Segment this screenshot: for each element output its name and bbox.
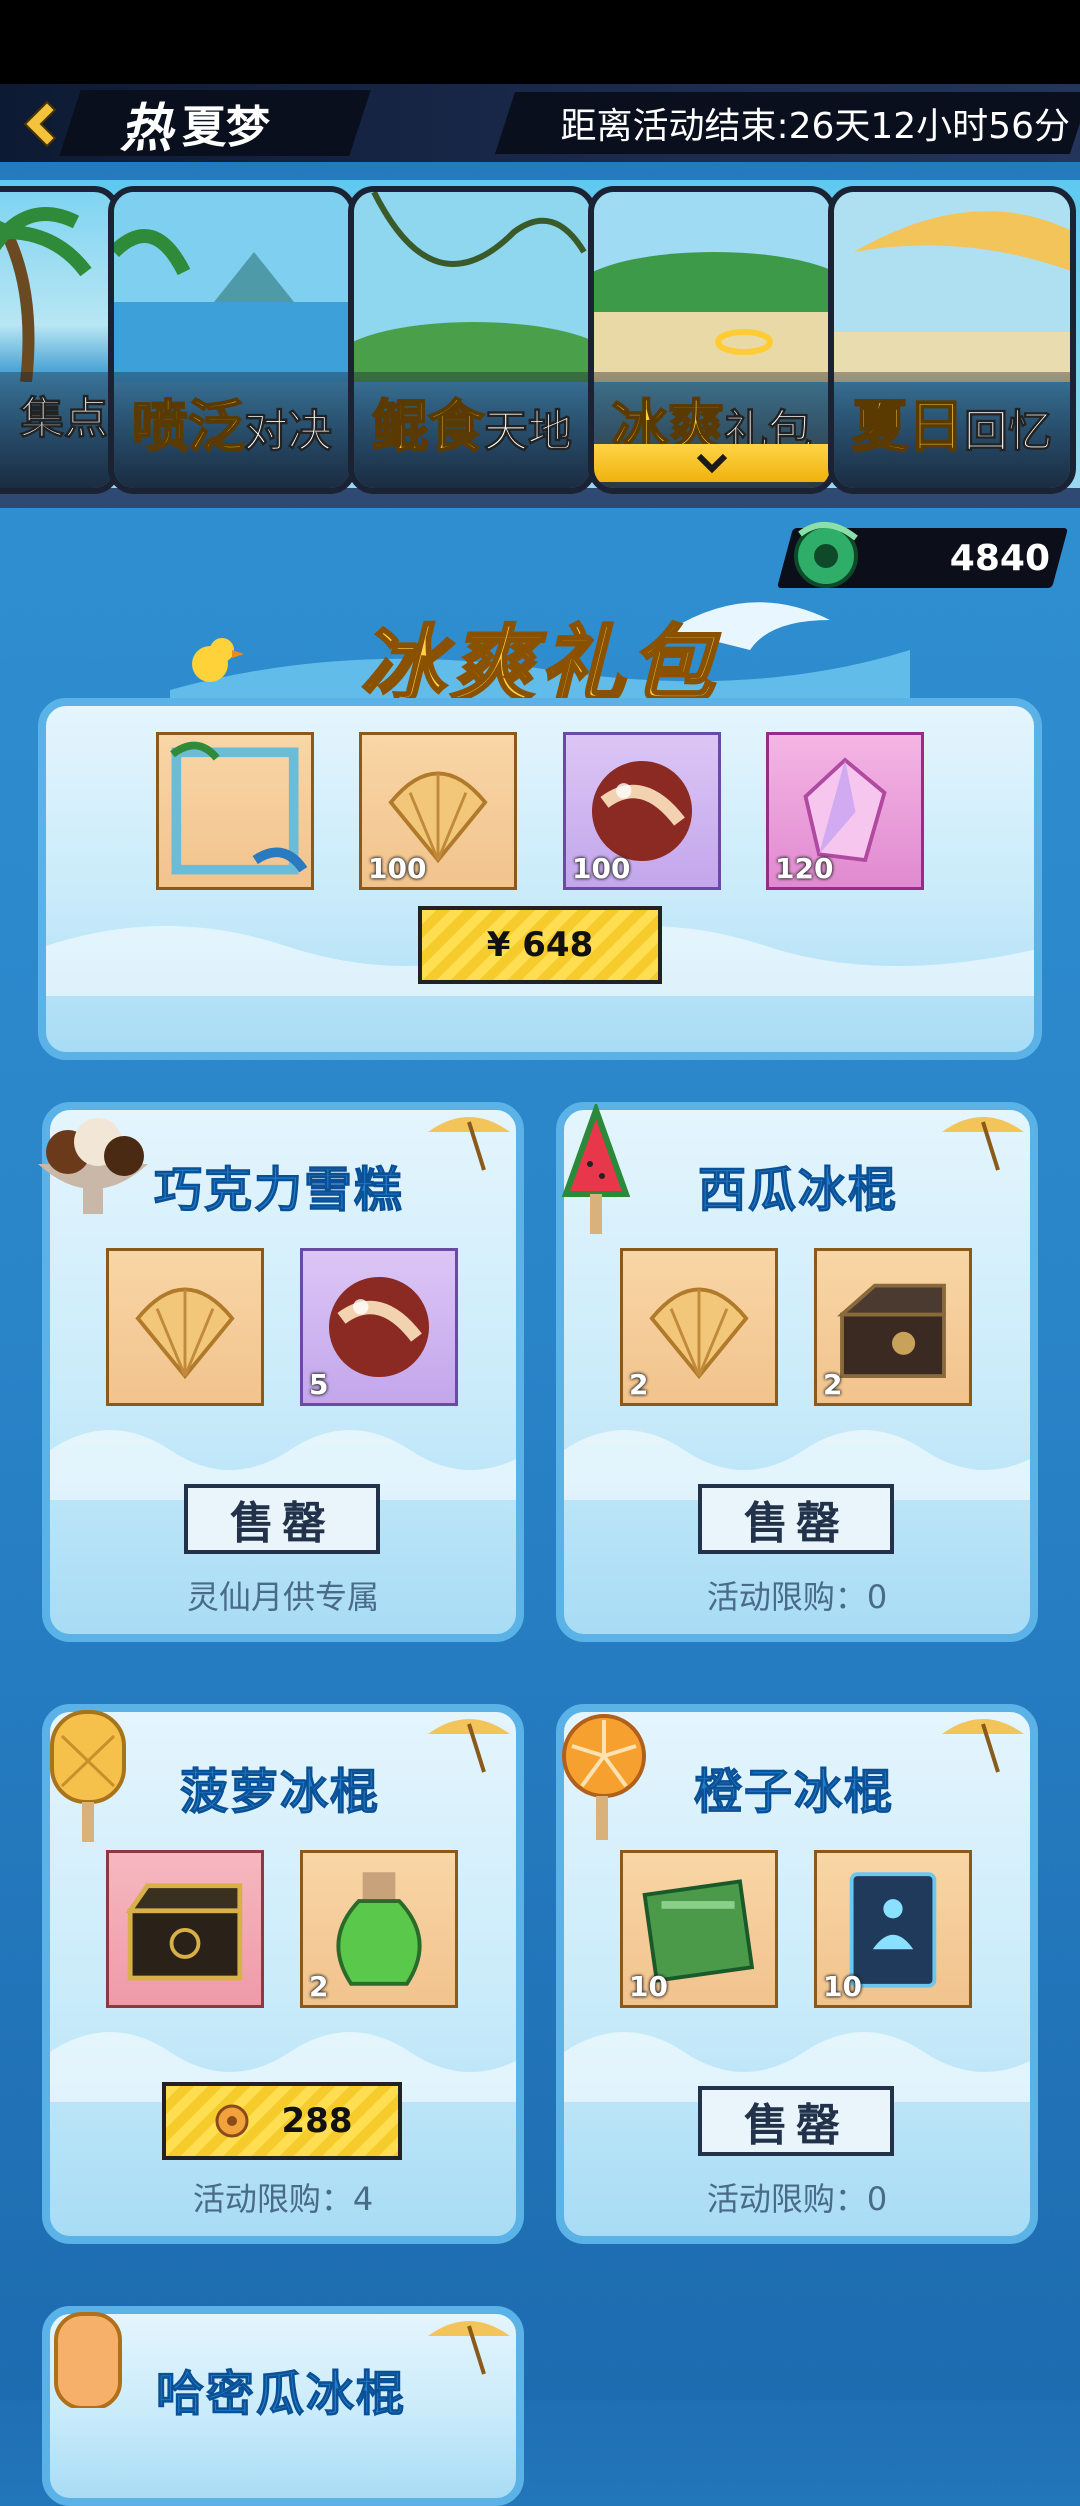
status-bar bbox=[0, 0, 1080, 84]
back-button[interactable] bbox=[12, 94, 68, 154]
reward-count: 2 bbox=[823, 1368, 843, 1401]
beach-umbrella-icon bbox=[428, 2321, 510, 2375]
reward-marble-orb[interactable]: 100 bbox=[563, 732, 721, 890]
purchase-note: 活动限购：4 bbox=[192, 2180, 374, 2218]
price-label: 288 bbox=[281, 2101, 353, 2141]
pineapple-popsicle-icon bbox=[50, 1710, 126, 1842]
reward-count: 100 bbox=[368, 852, 427, 885]
melon-popsicle-icon bbox=[54, 2312, 122, 2408]
beach-scene-icon bbox=[114, 192, 350, 382]
reward-golden-chest[interactable] bbox=[106, 1850, 264, 2008]
button-label: 售罄 bbox=[744, 2100, 848, 2151]
reward-treasure-chest[interactable]: 2 bbox=[814, 1248, 972, 1406]
buy-pack-button[interactable]: 288 bbox=[162, 2082, 402, 2160]
sold-out-button[interactable]: 售罄 bbox=[698, 1484, 894, 1554]
reward-count: 120 bbox=[775, 852, 834, 885]
currency-value: 4840 bbox=[949, 537, 1050, 579]
watermelon-popsicle-icon bbox=[561, 1104, 631, 1234]
button-label: 售罄 bbox=[230, 1498, 334, 1549]
reward-count: 5 bbox=[309, 1368, 329, 1401]
tab-summer-memory[interactable]: 夏日回忆 bbox=[828, 186, 1076, 494]
reward-count: 100 bbox=[572, 852, 631, 885]
event-timer: 距离活动结束:26天12小时56分 bbox=[560, 106, 1070, 147]
button-label: 售罄 bbox=[744, 1498, 848, 1549]
beach-umbrella-icon bbox=[942, 1719, 1024, 1773]
tab-label: 回忆 bbox=[964, 406, 1053, 458]
shell-icon bbox=[135, 1287, 235, 1380]
reward-green-scroll[interactable]: 10 bbox=[620, 1850, 778, 2008]
pack-title: 西瓜冰棍 bbox=[697, 1162, 899, 1219]
golden-chest-icon bbox=[125, 1883, 243, 1981]
reward-count: 2 bbox=[309, 1970, 329, 2003]
reward-marble-orb[interactable]: 5 bbox=[300, 1248, 458, 1406]
jade-coin-icon bbox=[215, 2104, 248, 2138]
reward-potion[interactable]: 2 bbox=[300, 1850, 458, 2008]
selected-indicator bbox=[594, 444, 830, 482]
purchase-note: 灵仙月供专属 bbox=[186, 1578, 379, 1616]
beach-umbrella-scene-icon bbox=[834, 192, 1070, 382]
tab-label: 天地 bbox=[484, 406, 573, 458]
buy-main-pack-button[interactable]: ¥ 648 bbox=[418, 906, 662, 984]
reward-crystal[interactable]: 120 bbox=[766, 732, 924, 890]
price-label: ¥ 648 bbox=[486, 925, 594, 965]
back-arrow-icon bbox=[23, 100, 57, 148]
pack-title: 橙子冰棍 bbox=[693, 1764, 895, 1821]
chevron-down-icon bbox=[696, 453, 728, 474]
beach-umbrella-icon bbox=[428, 1719, 510, 1773]
tab-label: 集点 bbox=[20, 393, 109, 445]
tab-ice-pack[interactable]: 冰爽礼包 bbox=[588, 186, 836, 494]
pack-title: 哈密瓜冰棍 bbox=[155, 2366, 407, 2423]
tab-collect-points[interactable]: 集点 bbox=[0, 186, 120, 494]
hot-label: 热 bbox=[120, 98, 173, 159]
orange-popsicle-icon bbox=[562, 1714, 646, 1840]
tab-spray-battle[interactable]: 喷泛对决 bbox=[108, 186, 356, 494]
reward-shell[interactable] bbox=[106, 1248, 264, 1406]
page-title: 热 夏梦 bbox=[120, 92, 271, 159]
reward-shell[interactable]: 100 bbox=[359, 732, 517, 890]
jungle-scene-icon bbox=[354, 192, 590, 382]
reward-shell[interactable]: 2 bbox=[620, 1248, 778, 1406]
purchase-note: 活动限购：0 bbox=[706, 1578, 888, 1616]
pack-title: 菠萝冰棍 bbox=[179, 1764, 381, 1821]
sold-out-button[interactable]: 售罄 bbox=[184, 1484, 380, 1554]
beach-umbrella-icon bbox=[428, 1117, 510, 1171]
reward-avatar-frame[interactable] bbox=[156, 732, 314, 890]
tab-kun-feast[interactable]: 鲲食天地 bbox=[348, 186, 596, 494]
reward-meditation-card[interactable]: 10 bbox=[814, 1850, 972, 2008]
island-scene-icon bbox=[594, 192, 830, 382]
purchase-note: 活动限购：0 bbox=[706, 2180, 888, 2218]
beach-umbrella-icon bbox=[942, 1117, 1024, 1171]
tab-label-highlight: 喷泛 bbox=[131, 394, 245, 461]
tab-label-highlight: 鲲食 bbox=[371, 394, 485, 461]
sold-out-button[interactable]: 售罄 bbox=[698, 2086, 894, 2156]
tab-label: 对决 bbox=[244, 406, 333, 458]
event-title: 夏梦 bbox=[182, 102, 271, 153]
avatar-frame-icon bbox=[170, 741, 308, 875]
reward-count: 10 bbox=[823, 1970, 862, 2003]
palm-tree-icon bbox=[0, 207, 92, 382]
pack-title: 巧克力雪糕 bbox=[153, 1162, 405, 1219]
tab-label-highlight: 夏日 bbox=[851, 394, 965, 461]
reward-count: 10 bbox=[629, 1970, 668, 2003]
ice-cream-sundae-icon bbox=[38, 1118, 148, 1214]
reward-count: 2 bbox=[629, 1368, 649, 1401]
